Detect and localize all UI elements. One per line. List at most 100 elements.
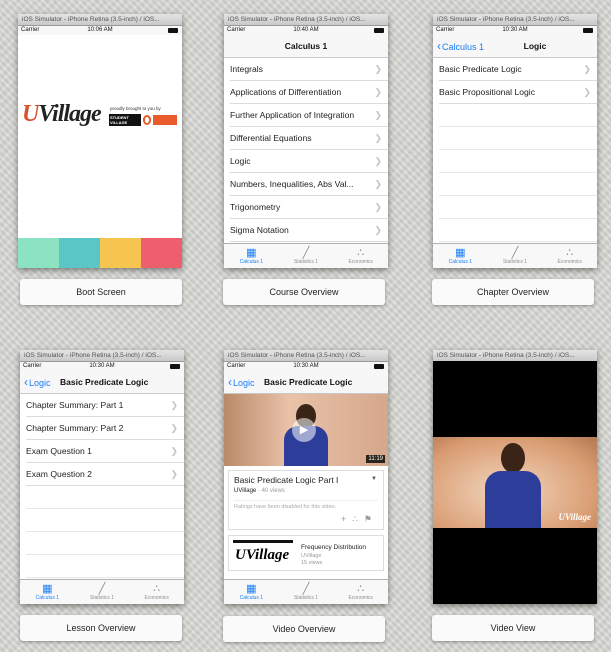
video-watermark: UVillage bbox=[558, 512, 591, 522]
tab-economics[interactable]: ∴ Economics bbox=[333, 580, 388, 604]
tab-bar: ▦ Calculus 1 ╱ Statistics 1 ∴ Economics bbox=[433, 243, 597, 268]
list-item[interactable]: Integrals ❯ bbox=[230, 58, 388, 81]
video-frame: UVillage bbox=[433, 437, 597, 528]
tab-economics[interactable]: ∴ Economics bbox=[333, 244, 388, 268]
related-views: 15 views bbox=[301, 560, 323, 566]
chevron-right-icon: ❯ bbox=[374, 64, 382, 74]
tab-calculus-1[interactable]: ▦ Calculus 1 bbox=[224, 244, 279, 268]
add-icon[interactable]: + bbox=[341, 514, 352, 524]
chevron-right-icon: ❯ bbox=[170, 400, 178, 410]
simulator-title-bar: iOS Simulator - iPhone Retina (3.5-inch)… bbox=[224, 350, 388, 362]
empty-row bbox=[439, 104, 597, 127]
chevron-right-icon: ❯ bbox=[374, 110, 382, 120]
status-time: 10:06 AM bbox=[87, 27, 113, 33]
caption-lesson-overview: Lesson Overview bbox=[20, 615, 182, 641]
video-duration: 11:19 bbox=[366, 455, 385, 463]
caption-video-overview: Video Overview bbox=[223, 616, 385, 642]
play-icon[interactable]: ▶ bbox=[292, 418, 316, 442]
simulator-title-bar: iOS Simulator - iPhone Retina (3.5-inch)… bbox=[18, 14, 182, 26]
student-village-logo: STUDENT VILLAGE bbox=[109, 114, 177, 126]
view-count: · 40 views bbox=[257, 488, 285, 494]
stripe-teal bbox=[59, 238, 100, 268]
flag-icon[interactable]: ⚑ bbox=[364, 514, 378, 524]
video-actions: +∴⚑ bbox=[234, 514, 378, 525]
calculator-icon: ▦ bbox=[42, 583, 53, 595]
status-time: 10:30 AM bbox=[502, 27, 528, 33]
calculator-icon: ▦ bbox=[455, 247, 466, 259]
list-item[interactable]: Sigma Notation ❯ bbox=[230, 219, 388, 242]
list-item[interactable]: Exam Question 2 ❯ bbox=[26, 463, 184, 486]
chevron-left-icon: ‹ bbox=[24, 375, 28, 389]
calculator-icon: ▦ bbox=[246, 247, 257, 259]
share-icon[interactable]: ∴ bbox=[352, 514, 364, 524]
list-item[interactable]: Differential Equations ❯ bbox=[230, 127, 388, 150]
tab-bar: ▦ Calculus 1 ╱ Statistics 1 ∴ Economics bbox=[20, 579, 184, 604]
video-view-window: iOS Simulator - iPhone Retina (3.5-inch)… bbox=[433, 350, 597, 604]
chevron-right-icon: ❯ bbox=[170, 469, 178, 479]
tab-bar: ▦ Calculus 1 ╱ Statistics 1 ∴ Economics bbox=[224, 579, 388, 604]
battery-icon bbox=[374, 364, 384, 369]
video-player-thumbnail[interactable]: ▶ 11:19 bbox=[224, 394, 388, 466]
nav-bar: Calculus 1 bbox=[224, 35, 388, 58]
tab-economics[interactable]: ∴ Economics bbox=[542, 244, 597, 268]
video-title: Basic Predicate Logic Part I bbox=[234, 475, 339, 485]
related-thumbnail: UVillage bbox=[233, 540, 293, 570]
list-item[interactable]: Basic Predicate Logic ❯ bbox=[439, 58, 597, 81]
tab-calculus-1[interactable]: ▦ Calculus 1 bbox=[433, 244, 488, 268]
dropdown-icon[interactable]: ▼ bbox=[371, 476, 377, 482]
battery-icon bbox=[583, 28, 593, 33]
back-button[interactable]: ‹Logic bbox=[228, 371, 255, 394]
related-video-item[interactable]: UVillage Frequency Distribution UVillage… bbox=[228, 535, 384, 571]
empty-row bbox=[439, 219, 597, 242]
chevron-right-icon: ❯ bbox=[374, 133, 382, 143]
list-item[interactable]: Exam Question 1 ❯ bbox=[26, 440, 184, 463]
simulator-title-bar: iOS Simulator - iPhone Retina (3.5-inch)… bbox=[20, 350, 184, 362]
tab-statistics-1[interactable]: ╱ Statistics 1 bbox=[279, 244, 334, 268]
back-button[interactable]: ‹Logic bbox=[24, 371, 51, 394]
chevron-right-icon: ❯ bbox=[583, 64, 591, 74]
network-icon: ∴ bbox=[357, 583, 365, 595]
empty-row bbox=[26, 532, 184, 555]
chart-icon: ╱ bbox=[98, 583, 106, 595]
lesson-list: Chapter Summary: Part 1 ❯ Chapter Summary… bbox=[20, 394, 184, 578]
list-item[interactable]: Numbers, Inequalities, Abs Val... ❯ bbox=[230, 173, 388, 196]
list-item[interactable]: Chapter Summary: Part 1 ❯ bbox=[26, 394, 184, 417]
stripe-red bbox=[141, 238, 182, 268]
nav-bar: ‹Logic Basic Predicate Logic bbox=[20, 371, 184, 394]
color-stripe bbox=[18, 238, 182, 268]
empty-row bbox=[439, 150, 597, 173]
chevron-left-icon: ‹ bbox=[228, 375, 232, 389]
video-overview-window: iOS Simulator - iPhone Retina (3.5-inch)… bbox=[224, 350, 388, 604]
video-meta: UVillage · 40 views bbox=[234, 488, 378, 494]
nav-bar: ‹Logic Basic Predicate Logic bbox=[224, 371, 388, 394]
list-item[interactable]: Basic Propositional Logic ❯ bbox=[439, 81, 597, 104]
simulator-title-bar: iOS Simulator - iPhone Retina (3.5-inch)… bbox=[224, 14, 388, 26]
list-item[interactable]: Chapter Summary: Part 2 ❯ bbox=[26, 417, 184, 440]
ratings-note: Ratings have been disabled for this vide… bbox=[234, 500, 378, 510]
status-bar: Carrier 10:40 AM bbox=[224, 26, 388, 35]
caption-video-view: Video View bbox=[432, 615, 594, 641]
status-bar: Carrier 10:30 AM bbox=[433, 26, 597, 35]
chevron-right-icon: ❯ bbox=[374, 156, 382, 166]
fullscreen-video[interactable]: UVillage bbox=[433, 361, 597, 604]
chevron-left-icon: ‹ bbox=[437, 39, 441, 53]
chart-icon: ╱ bbox=[302, 247, 310, 259]
presenter-image bbox=[485, 443, 541, 528]
tab-statistics-1[interactable]: ╱ Statistics 1 bbox=[279, 580, 334, 604]
caption-chapter-overview: Chapter Overview bbox=[432, 279, 594, 305]
simulator-title-bar: iOS Simulator - iPhone Retina (3.5-inch)… bbox=[433, 14, 597, 26]
chart-icon: ╱ bbox=[511, 247, 519, 259]
empty-row bbox=[26, 486, 184, 509]
list-item[interactable]: Trigonometry ❯ bbox=[230, 196, 388, 219]
tab-statistics-1[interactable]: ╱ Statistics 1 bbox=[488, 244, 543, 268]
list-item[interactable]: Further Application of Integration ❯ bbox=[230, 104, 388, 127]
tab-economics[interactable]: ∴ Economics bbox=[129, 580, 184, 604]
stripe-mint bbox=[18, 238, 59, 268]
tab-statistics-1[interactable]: ╱ Statistics 1 bbox=[75, 580, 130, 604]
channel-name[interactable]: UVillage bbox=[234, 488, 256, 494]
caption-boot-screen: Boot Screen bbox=[20, 279, 182, 305]
list-item[interactable]: Applications of Differentiation ❯ bbox=[230, 81, 388, 104]
tab-calculus-1[interactable]: ▦ Calculus 1 bbox=[224, 580, 279, 604]
list-item[interactable]: Logic ❯ bbox=[230, 150, 388, 173]
tab-calculus-1[interactable]: ▦ Calculus 1 bbox=[20, 580, 75, 604]
